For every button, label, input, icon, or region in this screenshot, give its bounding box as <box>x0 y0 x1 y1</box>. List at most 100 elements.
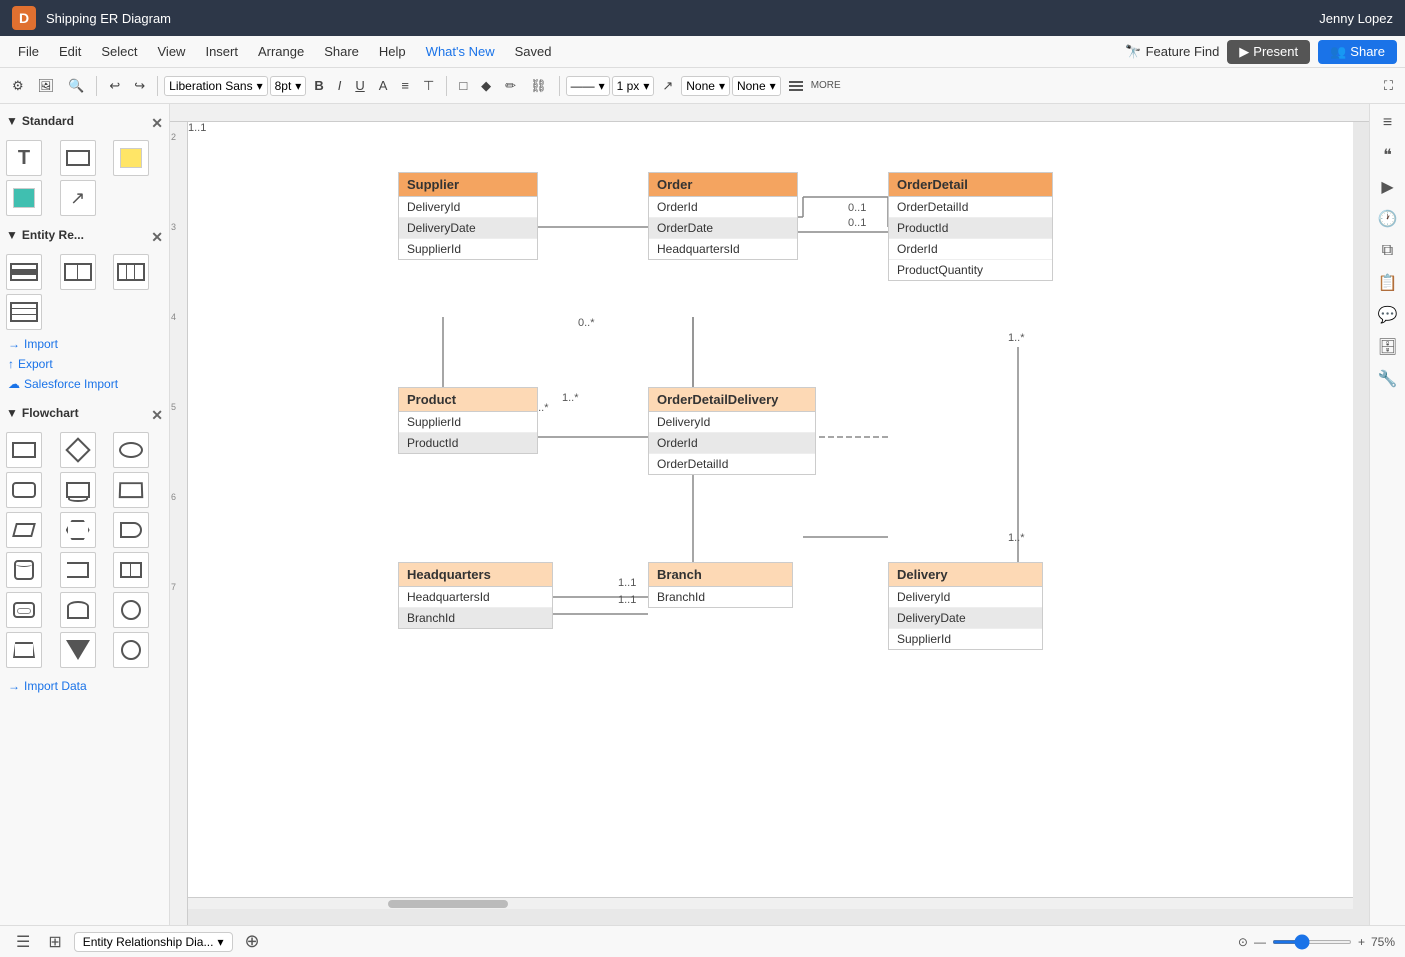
feature-find-btn[interactable]: 🔭 Feature Find <box>1125 44 1219 60</box>
fullscreen-btn[interactable]: ⛶ <box>1378 74 1399 98</box>
props-btn[interactable]: 📋 <box>1373 268 1403 298</box>
more-btn[interactable] <box>783 77 809 95</box>
flow-doc[interactable] <box>60 472 96 508</box>
scroll-thumb[interactable] <box>388 900 508 908</box>
menu-help[interactable]: Help <box>369 40 416 63</box>
entity-shape-4[interactable] <box>6 294 42 330</box>
menu-whats-new[interactable]: What's New <box>416 40 505 63</box>
connection-btn[interactable]: ⛓ <box>524 74 553 98</box>
db-btn[interactable]: 🗄 <box>1373 332 1403 362</box>
headquarters-entity[interactable]: Headquarters HeadquartersId BranchId <box>398 562 553 629</box>
flow-para[interactable] <box>6 512 42 548</box>
shape-arrow[interactable]: ↗ <box>60 180 96 216</box>
shape-rect[interactable] <box>60 140 96 176</box>
flow-circle[interactable] <box>113 592 149 628</box>
menu-view[interactable]: View <box>148 40 196 63</box>
undo-btn[interactable]: ↩ <box>103 74 126 98</box>
canvas-scroll[interactable]: 1..1 1..1 0..1 0..1 0..* 1..* 0..* 1..* … <box>188 122 1353 909</box>
import-data-btn[interactable]: → Import Data <box>6 676 163 696</box>
flow-shape16[interactable] <box>6 632 42 668</box>
flow-shape14[interactable] <box>60 592 96 628</box>
standard-toggle[interactable]: ▼ Standard <box>6 112 74 130</box>
flow-shape9[interactable] <box>113 512 149 548</box>
product-entity[interactable]: Product SupplierId ProductId <box>398 387 538 454</box>
format-btn[interactable]: ≡ <box>1373 108 1403 138</box>
fill-btn[interactable]: ◆ <box>475 74 497 98</box>
branch-entity[interactable]: Branch BranchId <box>648 562 793 608</box>
stack-btn[interactable]: ⧉ <box>1373 236 1403 266</box>
supplier-entity[interactable]: Supplier DeliveryId DeliveryDate Supplie… <box>398 172 538 260</box>
salesforce-btn[interactable]: ☁ Salesforce Import <box>6 374 163 394</box>
flowchart-close[interactable]: ✕ <box>151 407 163 424</box>
zoom-plus[interactable]: + <box>1358 935 1365 949</box>
horizontal-scrollbar[interactable] <box>188 897 1353 909</box>
grid-view-btn[interactable]: ⊞ <box>42 930 67 954</box>
italic-btn[interactable]: I <box>332 74 348 97</box>
zoom-slider[interactable] <box>1272 940 1352 944</box>
shape-teal[interactable] <box>6 180 42 216</box>
insert-btn[interactable]: ❝ <box>1373 140 1403 170</box>
flow-rounded[interactable] <box>6 472 42 508</box>
align-btn[interactable]: ≡ <box>395 74 415 97</box>
font-color-btn[interactable]: A <box>373 74 394 97</box>
shape-text[interactable]: T <box>6 140 42 176</box>
flow-shape12[interactable] <box>113 552 149 588</box>
waypoint-btn[interactable]: ↗ <box>656 74 679 98</box>
clock-btn[interactable]: 🕐 <box>1373 204 1403 234</box>
menu-select[interactable]: Select <box>91 40 147 63</box>
menu-arrange[interactable]: Arrange <box>248 40 314 63</box>
standard-close[interactable]: ✕ <box>151 115 163 132</box>
underline-btn[interactable]: U <box>349 74 370 97</box>
flow-cyl[interactable] <box>6 552 42 588</box>
text-format-btn[interactable]: ⊤ <box>417 74 440 98</box>
layers-btn[interactable]: ▶ <box>1373 172 1403 202</box>
search-btn[interactable]: 🔍 <box>62 74 90 98</box>
orderdetaildelivery-entity[interactable]: OrderDetailDelivery DeliveryId OrderId O… <box>648 387 816 475</box>
comments-btn[interactable]: 💬 <box>1373 300 1403 330</box>
entity-toggle[interactable]: ▼ Entity Re... <box>6 226 84 244</box>
line-style-selector[interactable]: —— ▾ <box>566 76 610 96</box>
flow-rect[interactable] <box>6 432 42 468</box>
list-view-btn[interactable]: ☰ <box>10 930 36 954</box>
orderdetail-entity[interactable]: OrderDetail OrderDetailId ProductId Orde… <box>888 172 1053 281</box>
flow-shape13[interactable] <box>6 592 42 628</box>
share-button[interactable]: 👥 Share <box>1318 40 1397 64</box>
menu-share[interactable]: Share <box>314 40 369 63</box>
tools-btn[interactable]: 🔧 <box>1373 364 1403 394</box>
delivery-entity[interactable]: Delivery DeliveryId DeliveryDate Supplie… <box>888 562 1043 650</box>
redo-btn[interactable]: ↪ <box>128 74 151 98</box>
diagram-tab[interactable]: Entity Relationship Dia... ▾ <box>74 932 233 952</box>
menu-file[interactable]: File <box>8 40 49 63</box>
line-width-selector[interactable]: 1 px ▾ <box>612 76 655 96</box>
flow-shape11[interactable] <box>60 552 96 588</box>
flow-hex[interactable] <box>60 512 96 548</box>
entity-shape-1[interactable] <box>6 254 42 290</box>
entity-shape-2[interactable] <box>60 254 96 290</box>
menu-insert[interactable]: Insert <box>195 40 248 63</box>
arrow-end-selector[interactable]: None ▾ <box>732 76 781 96</box>
order-entity[interactable]: Order OrderId OrderDate HeadquartersId <box>648 172 798 260</box>
add-page-btn[interactable]: ⊕ <box>239 929 266 954</box>
export-btn[interactable]: ↑ Export <box>6 354 163 374</box>
flow-trap[interactable] <box>113 472 149 508</box>
flow-diamond[interactable] <box>60 432 96 468</box>
entity-shape-3[interactable] <box>113 254 149 290</box>
present-button[interactable]: ▶ Present <box>1227 40 1310 64</box>
font-selector[interactable]: Liberation Sans ▾ <box>164 76 267 96</box>
flow-triangle[interactable] <box>60 632 96 668</box>
shape-note[interactable] <box>113 140 149 176</box>
font-size-selector[interactable]: 8pt ▾ <box>270 76 307 96</box>
arrow-start-selector[interactable]: None ▾ <box>681 76 730 96</box>
flow-shape18[interactable] <box>113 632 149 668</box>
entity-close[interactable]: ✕ <box>151 229 163 246</box>
menu-edit[interactable]: Edit <box>49 40 91 63</box>
image-btn[interactable]: 🖼 <box>32 74 61 98</box>
plugins-btn[interactable]: ⚙ <box>6 74 30 98</box>
flow-oval[interactable] <box>113 432 149 468</box>
bold-btn[interactable]: B <box>308 74 329 97</box>
zoom-minus[interactable]: — <box>1254 935 1266 949</box>
shape-btn[interactable]: □ <box>453 74 473 97</box>
flowchart-toggle[interactable]: ▼ Flowchart <box>6 404 79 422</box>
import-btn[interactable]: → Import <box>6 334 163 354</box>
border-btn[interactable]: ✏ <box>499 74 522 98</box>
